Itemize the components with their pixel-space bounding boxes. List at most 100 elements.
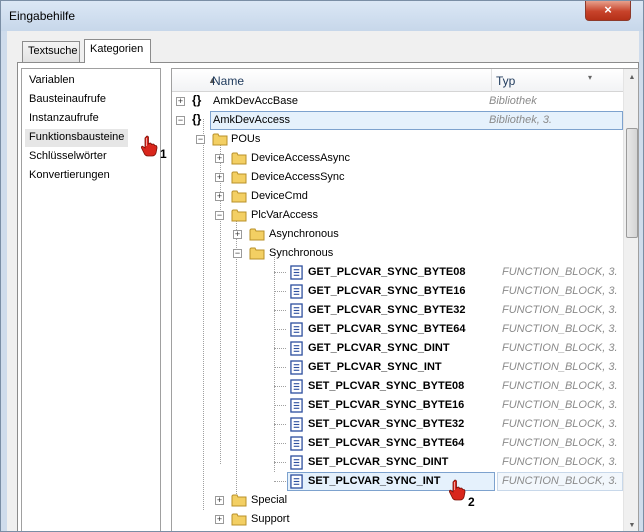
category-label: Variablen [29, 74, 75, 86]
folder-icon [231, 513, 247, 526]
tree-row[interactable]: SET_PLCVAR_SYNC_BYTE32 FUNCTION_BLOCK, 3. [172, 415, 623, 434]
function-block-icon [290, 341, 303, 356]
collapse-minus-icon[interactable]: − [196, 135, 205, 144]
category-label: Instanzaufrufe [29, 112, 99, 124]
tree-row-focused[interactable]: SET_PLCVAR_SYNC_INT FUNCTION_BLOCK, 3. [172, 472, 623, 491]
tree-row[interactable]: + {} AmkDevAccBase Bibliothek [172, 92, 623, 111]
tree-row[interactable]: GET_PLCVAR_SYNC_BYTE64 FUNCTION_BLOCK, 3. [172, 320, 623, 339]
tab-label: Kategorien [90, 43, 144, 55]
hand-pointer-icon [140, 135, 158, 157]
vertical-scrollbar[interactable]: ▲ ▼ [623, 69, 638, 531]
tree-row[interactable]: SET_PLCVAR_SYNC_BYTE08 FUNCTION_BLOCK, 3. [172, 377, 623, 396]
tree-row[interactable]: + DeviceCmd [172, 187, 623, 206]
column-resize-icon: ▾ [588, 73, 593, 82]
function-block-icon [290, 398, 303, 413]
library-icon: {} [192, 112, 202, 126]
category-item-konvertierungen[interactable]: Konvertierungen [25, 167, 114, 185]
tree-row-label: AmkDevAccBase [213, 95, 298, 107]
function-block-icon [290, 436, 303, 451]
scroll-up-icon[interactable]: ▲ [624, 69, 638, 86]
tree-row[interactable]: − POUs [172, 130, 623, 149]
tree-row-label: SET_PLCVAR_SYNC_BYTE08 [308, 380, 465, 392]
column-name-label: Name [212, 74, 245, 88]
tree-row-type: FUNCTION_BLOCK, 3. [502, 399, 618, 411]
tree-row[interactable]: GET_PLCVAR_SYNC_BYTE16 FUNCTION_BLOCK, 3. [172, 282, 623, 301]
tab-textsuche[interactable]: Textsuche [22, 41, 80, 62]
function-block-icon [290, 284, 303, 299]
tree-row-type: Bibliothek [489, 95, 537, 107]
tree-row[interactable]: GET_PLCVAR_SYNC_BYTE08 FUNCTION_BLOCK, 3. [172, 263, 623, 282]
category-item-funktionsbausteine[interactable]: Funktionsbausteine [25, 129, 129, 147]
tree-connector [274, 481, 286, 482]
title-bar: Eingabehilfe × [1, 1, 643, 31]
function-block-icon [290, 303, 303, 318]
tree-row-label: GET_PLCVAR_SYNC_DINT [308, 342, 450, 354]
tree-row[interactable]: SET_PLCVAR_SYNC_DINT FUNCTION_BLOCK, 3. [172, 453, 623, 472]
category-item-variablen[interactable]: Variablen [25, 72, 79, 90]
tree-row-label: SET_PLCVAR_SYNC_BYTE32 [308, 418, 465, 430]
function-block-icon [290, 379, 303, 394]
tree-row-type: FUNCTION_BLOCK, 3. [502, 380, 618, 392]
tree-row[interactable]: GET_PLCVAR_SYNC_INT FUNCTION_BLOCK, 3. [172, 358, 623, 377]
tree-row-label: SET_PLCVAR_SYNC_BYTE64 [308, 437, 465, 449]
tree-row[interactable]: GET_PLCVAR_SYNC_DINT FUNCTION_BLOCK, 3. [172, 339, 623, 358]
tree-row-type: FUNCTION_BLOCK, 3. [502, 342, 618, 354]
expand-plus-icon[interactable]: + [215, 496, 224, 505]
function-block-icon [290, 474, 303, 489]
tree-row[interactable]: − Synchronous [172, 244, 623, 263]
collapse-minus-icon[interactable]: − [176, 116, 185, 125]
tree-row[interactable]: − PlcVarAccess [172, 206, 623, 225]
expand-plus-icon[interactable]: + [215, 515, 224, 524]
tree-connector [274, 386, 286, 387]
column-header-name[interactable]: ▲ Name [198, 69, 492, 92]
tree-row-selected[interactable]: − {} AmkDevAccess Bibliothek, 3. [172, 111, 623, 130]
tree-row-label: Support [251, 513, 290, 525]
library-icon: {} [192, 93, 202, 107]
tree-row[interactable]: GET_PLCVAR_SYNC_BYTE32 FUNCTION_BLOCK, 3. [172, 301, 623, 320]
tree-row[interactable]: + Support [172, 510, 623, 529]
tree-row-type: FUNCTION_BLOCK, 3. [502, 323, 618, 335]
tab-kategorien[interactable]: Kategorien [84, 39, 151, 63]
scroll-down-icon[interactable]: ▼ [624, 517, 638, 531]
tree-row-type: FUNCTION_BLOCK, 3. [502, 437, 618, 449]
column-type-label: Typ [496, 74, 516, 88]
expand-plus-icon[interactable]: + [215, 173, 224, 182]
function-block-icon [290, 417, 303, 432]
tree-row[interactable]: + DeviceAccessAsync [172, 149, 623, 168]
tree-row[interactable]: + Asynchronous [172, 225, 623, 244]
tree-row[interactable]: + Special [172, 491, 623, 510]
category-item-bausteinaufrufe[interactable]: Bausteinaufrufe [25, 91, 110, 109]
window-title: Eingabehilfe [9, 9, 76, 23]
collapse-minus-icon[interactable]: − [233, 249, 242, 258]
dialog-window: Eingabehilfe × Textsuche Kategorien Vari… [0, 0, 644, 532]
close-button[interactable]: × [585, 1, 631, 21]
collapse-minus-icon[interactable]: − [215, 211, 224, 220]
close-icon[interactable]: × [604, 2, 612, 17]
tree-row-label: Synchronous [269, 247, 334, 259]
expand-plus-icon[interactable]: + [176, 97, 185, 106]
tree-row-label: DeviceAccessSync [251, 171, 345, 183]
scroll-thumb[interactable] [626, 128, 638, 238]
tree-row[interactable]: + DeviceAccessSync [172, 168, 623, 187]
tree-row[interactable]: SET_PLCVAR_SYNC_BYTE64 FUNCTION_BLOCK, 3. [172, 434, 623, 453]
tree-row-type: FUNCTION_BLOCK, 3. [502, 285, 618, 297]
tab-label: Textsuche [28, 45, 78, 57]
tree-row-label: DeviceAccessAsync [251, 152, 351, 164]
tree-row-label: Asynchronous [269, 228, 339, 240]
function-block-icon [290, 322, 303, 337]
tree-row-type: FUNCTION_BLOCK, 3. [502, 475, 618, 487]
function-block-icon [290, 360, 303, 375]
category-item-instanzaufrufe[interactable]: Instanzaufrufe [25, 110, 103, 128]
expand-plus-icon[interactable]: + [215, 192, 224, 201]
category-item-schluesselwoerter[interactable]: Schlüsselwörter [25, 148, 111, 166]
category-label: Konvertierungen [29, 169, 110, 181]
column-header-type[interactable]: Typ ▾ [492, 69, 623, 92]
function-block-icon [290, 455, 303, 470]
expand-plus-icon[interactable]: + [215, 154, 224, 163]
type-text: Bibliothek [489, 114, 537, 126]
expand-plus-icon[interactable]: + [233, 230, 242, 239]
function-block-icon [290, 265, 303, 280]
tree-row[interactable]: SET_PLCVAR_SYNC_BYTE16 FUNCTION_BLOCK, 3. [172, 396, 623, 415]
tree-row-label: GET_PLCVAR_SYNC_INT [308, 361, 442, 373]
category-list: Variablen Bausteinaufrufe Instanzaufrufe… [21, 68, 167, 531]
